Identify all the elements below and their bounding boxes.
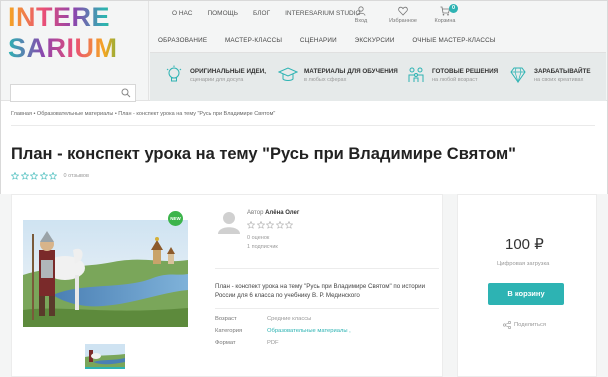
feature-solutions-subtitle: на любой возраст xyxy=(432,76,478,83)
star-icon xyxy=(285,221,293,229)
user-icon xyxy=(356,6,366,16)
new-badge: NEW xyxy=(168,211,183,226)
add-to-cart-button[interactable]: В корзину xyxy=(488,283,564,305)
product-rating[interactable]: 0 отзывов xyxy=(11,172,89,180)
login-link[interactable]: Вход xyxy=(340,6,382,24)
category-link[interactable]: Образовательные материалы , xyxy=(267,328,351,340)
family-icon xyxy=(408,67,424,82)
share-label: Поделиться xyxy=(514,322,547,328)
prop-value: PDF xyxy=(267,340,279,346)
thumbnail-illustration xyxy=(85,344,125,367)
share-button[interactable]: Поделиться xyxy=(503,321,546,329)
author-name-text: Алёна Олег xyxy=(265,210,300,216)
nav-help[interactable]: ПОМОЩЬ xyxy=(207,10,238,17)
author-meta: 0 оценок 1 подписчик xyxy=(247,234,278,252)
login-label: Вход xyxy=(354,18,368,24)
nav-blog[interactable]: БЛОГ xyxy=(253,10,270,17)
diamond-icon xyxy=(510,67,526,84)
favorites-link[interactable]: Избранное xyxy=(382,6,424,24)
star-icon xyxy=(30,172,38,180)
star-icon xyxy=(39,172,48,180)
feature-ideas[interactable]: ОРИГИНАЛЬНЫЕ ИДЕИ, сценарии для досуга xyxy=(164,65,266,85)
author-rating-stars xyxy=(247,221,295,229)
prop-row-category: Категория Образовательные материалы , xyxy=(215,328,351,340)
delivery-type: Цифровая загрузка xyxy=(497,261,550,267)
product-illustration xyxy=(23,220,188,327)
search-icon[interactable] xyxy=(121,88,131,98)
feature-earn-title: ЗАРАБАТЫВАЙТЕ xyxy=(534,67,591,75)
graduation-cap-icon xyxy=(278,67,298,81)
breadcrumb-divider xyxy=(11,125,595,126)
product-thumbnail[interactable] xyxy=(85,344,125,369)
product-properties: Возраст Средние классы Категория Образоват… xyxy=(215,316,351,352)
breadcrumb[interactable]: Главная • Образовательные материалы • Пл… xyxy=(11,111,275,117)
feature-materials-title: МАТЕРИАЛЫ ДЛЯ ОБУЧЕНИЯ xyxy=(304,67,398,75)
author-prefix: Автор xyxy=(247,210,264,216)
star-icon xyxy=(275,221,284,229)
avatar[interactable] xyxy=(218,210,240,234)
feature-solutions-title: ГОТОВЫЕ РЕШЕНИЯ xyxy=(432,67,499,75)
price: 100 ₽ xyxy=(505,236,544,253)
cat-excursions[interactable]: ЭКСКУРСИИ xyxy=(355,37,395,44)
share-icon xyxy=(503,321,511,329)
category-nav: ОБРАЗОВАНИЕ МАСТЕР-КЛАССЫ СЦЕНАРИИ ЭКСКУ… xyxy=(158,37,512,44)
cart-link[interactable]: Корзина 0 xyxy=(424,4,466,24)
star-icon xyxy=(256,221,265,229)
section-divider xyxy=(215,268,439,269)
cat-masterclasses[interactable]: МАСТЕР-КЛАССЫ xyxy=(225,37,282,44)
prop-key: Формат xyxy=(215,340,236,346)
logo-line-2: SARIUM xyxy=(8,35,128,62)
feature-earn[interactable]: ЗАРАБАТЫВАЙТЕ на своих креативах xyxy=(508,65,591,85)
lightbulb-icon xyxy=(166,65,182,82)
features-bar: ОРИГИНАЛЬНЫЕ ИДЕИ, сценарии для досуга МА… xyxy=(150,53,606,101)
author-name[interactable]: Автор Алёна Олег xyxy=(247,210,299,216)
logo-line-1: INTERE xyxy=(8,4,128,31)
favorites-label: Избранное xyxy=(389,18,417,24)
site-logo[interactable]: INTERE SARIUM xyxy=(8,4,128,64)
search-input[interactable] xyxy=(10,84,136,102)
prop-key: Возраст xyxy=(215,316,237,322)
feature-solutions[interactable]: ГОТОВЫЕ РЕШЕНИЯ на любой возраст xyxy=(406,65,498,85)
cart-count-badge: 0 xyxy=(449,4,458,13)
header-icons: Вход Избранное Корзина 0 xyxy=(340,4,466,24)
section-divider xyxy=(215,308,439,309)
header-divider xyxy=(148,1,149,101)
reviews-count: 0 отзывов xyxy=(63,173,89,179)
product-image[interactable] xyxy=(23,220,188,327)
star-icon xyxy=(11,172,19,180)
cart-label: Корзина xyxy=(434,18,456,24)
author-subscribers[interactable]: 1 подписчик xyxy=(247,243,278,252)
nav-about[interactable]: О НАС xyxy=(172,10,192,17)
cat-scenarios[interactable]: СЦЕНАРИИ xyxy=(300,37,337,44)
cat-education[interactable]: ОБРАЗОВАНИЕ xyxy=(158,37,207,44)
star-icon xyxy=(266,221,274,229)
feature-materials-subtitle: в любых сферах xyxy=(304,76,347,83)
product-description: План - конспект урока на тему "Русь при … xyxy=(215,283,426,299)
prop-row-age: Возраст Средние классы xyxy=(215,316,351,328)
page-title: План - конспект урока на тему "Русь при … xyxy=(11,145,516,163)
star-icon xyxy=(20,172,29,180)
author-ratings-count: 0 оценок xyxy=(247,235,270,241)
prop-key: Категория xyxy=(215,328,243,334)
star-icon xyxy=(247,221,255,229)
cat-offline-masterclasses[interactable]: ОЧНЫЕ МАСТЕР-КЛАССЫ xyxy=(412,37,495,44)
prop-value: Средние классы xyxy=(267,316,312,322)
feature-ideas-title: ОРИГИНАЛЬНЫЕ ИДЕИ, xyxy=(190,67,266,75)
feature-earn-subtitle: на своих креативах xyxy=(534,76,584,83)
star-icon xyxy=(49,172,57,180)
feature-materials[interactable]: МАТЕРИАЛЫ ДЛЯ ОБУЧЕНИЯ в любых сферах xyxy=(278,65,398,85)
heart-icon xyxy=(398,6,408,16)
prop-row-format: Формат PDF xyxy=(215,340,351,352)
feature-ideas-subtitle: сценарии для досуга xyxy=(190,76,244,83)
